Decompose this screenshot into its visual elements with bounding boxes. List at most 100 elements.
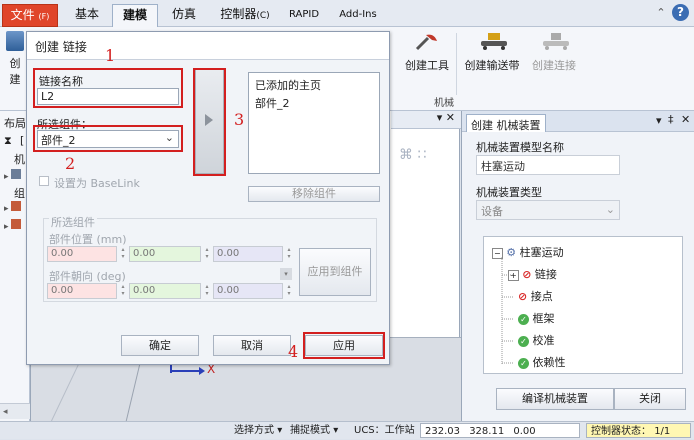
create-connection-label: 创建连接 <box>532 59 576 72</box>
tab-controller[interactable]: 控制器(C) <box>212 4 278 27</box>
tab-file[interactable]: 文件 (F) <box>2 4 58 27</box>
tab-modeling[interactable]: 建模 <box>112 4 158 28</box>
coordinate-readout: 232.03 328.11 0.00 <box>420 423 580 438</box>
ok-button[interactable]: 确定 <box>121 335 199 356</box>
added-parts-list[interactable]: 已添加的主页 部件_2 <box>248 72 380 174</box>
position-z-spinner[interactable]: ▴ ▾ <box>285 246 293 262</box>
tab-addins[interactable]: Add-Ins <box>334 4 382 27</box>
tree-root-label: 柱塞运动 <box>519 246 564 259</box>
layout-expander-part-1[interactable]: ▸ <box>4 201 26 215</box>
group-title: 所选组件 <box>49 214 97 230</box>
tab-basic-label: 基本 <box>74 7 99 21</box>
apply-to-part-button[interactable]: 应用到组件 <box>299 248 371 296</box>
orientation-x-spinner[interactable]: ▴ ▾ <box>119 283 127 299</box>
cancel-button[interactable]: 取消 <box>213 335 291 356</box>
select-mode-menu[interactable]: 选择方式 ▾ <box>234 423 282 439</box>
collapse-ribbon-icon[interactable]: ⌃ <box>654 6 668 20</box>
ribbon-group-label-machine: 机械 <box>434 98 454 109</box>
status-bar: 选择方式 ▾ 捕捉模式 ▾ UCS：工作站 232.03 328.11 0.00… <box>0 421 694 439</box>
tab-rapid[interactable]: RAPID <box>284 4 324 27</box>
tree-collapse-icon[interactable]: − <box>492 248 503 259</box>
help-icon[interactable]: ? <box>672 4 689 21</box>
panel-dropdown-icon[interactable]: ▾ <box>656 114 662 127</box>
part-orientation-label: 部件朝向 (deg) <box>49 270 126 283</box>
annotation-box-4 <box>303 332 385 359</box>
panel-close-icon[interactable]: ✕ <box>681 113 690 126</box>
mechanism-type-label: 机械装置类型 <box>476 186 542 199</box>
tab-simulation[interactable]: 仿真 <box>162 4 206 27</box>
tree-root[interactable]: − ⚙ 柱塞运动 <box>492 244 564 264</box>
close-panel-button[interactable]: 关闭 <box>614 388 686 410</box>
layout-expander-robot[interactable]: ▸ <box>4 169 26 183</box>
tab-rapid-label: RAPID <box>288 9 320 20</box>
orientation-y-field[interactable]: 0.00 <box>129 283 201 299</box>
position-x-field[interactable]: 0.00 <box>47 246 117 262</box>
create-partial-label-2: 建 <box>9 73 21 86</box>
create-mechanism-header: 创建 机械装置 ▾ ‡ ✕ <box>462 111 694 132</box>
orientation-x-field[interactable]: 0.00 <box>47 283 117 299</box>
viewport-pin-icon[interactable]: ▾ <box>437 111 443 124</box>
viewport-tab-controls: ▾ ✕ <box>391 111 461 129</box>
tool-icon <box>414 31 440 53</box>
layout-scroll-left-icon[interactable]: ◂ <box>0 403 30 419</box>
controller-status-value: 1/1 <box>654 426 671 437</box>
annotation-box-2 <box>33 125 183 152</box>
chevron-down-icon: ⌄ <box>605 203 615 216</box>
layout-expander-part-2[interactable]: ▸ <box>4 219 26 233</box>
orientation-y-spinner[interactable]: ▴ ▾ <box>203 283 211 299</box>
mechanism-icon: ⚙ <box>506 246 517 259</box>
position-y-spinner[interactable]: ▴ ▾ <box>203 246 211 262</box>
tree-item-frames-label: 框架 <box>532 312 555 325</box>
create-connection-button[interactable]: 创建连接 <box>527 31 581 73</box>
create-tool-button[interactable]: 创建工具 <box>400 31 454 73</box>
position-y-field[interactable]: 0.00 <box>129 246 201 262</box>
position-z-field[interactable]: 0.00 <box>213 246 283 262</box>
annotation-number-1: 1 <box>105 46 116 65</box>
position-x-spinner[interactable]: ▴ ▾ <box>119 246 127 262</box>
model-name-input[interactable]: 柱塞运动 <box>476 155 620 175</box>
create-partial-button[interactable]: 创 建 <box>4 31 26 87</box>
ucs-indicator[interactable]: UCS：工作站 <box>354 423 415 439</box>
tab-addins-label: Add-Ins <box>339 9 377 20</box>
viewport-toolbar-icons[interactable]: ⌘ ∷ <box>399 147 426 163</box>
tree-item-dependency[interactable]: ✓ 依赖性 <box>518 354 566 374</box>
create-conveyor-button[interactable]: 创建输送带 <box>461 31 523 73</box>
added-parts-header: 已添加的主页 <box>255 79 321 92</box>
remove-part-button[interactable]: 移除组件 <box>248 186 380 202</box>
layout-item-1[interactable]: 机 <box>14 151 25 167</box>
coord-z: 0.00 <box>513 426 536 437</box>
controller-status[interactable]: 控制器状态： 1/1 <box>586 423 691 438</box>
layout-item-0[interactable]: [ <box>20 134 24 147</box>
tab-controller-label: 控制器 <box>220 7 257 21</box>
coord-x: 232.03 <box>425 426 460 437</box>
set-baselink-checkbox[interactable] <box>39 176 49 186</box>
tab-file-suffix: (F) <box>38 12 50 21</box>
tree-item-frames[interactable]: ✓ 框架 <box>518 310 555 330</box>
connection-icon <box>541 31 569 53</box>
orientation-z-field[interactable]: 0.00 <box>213 283 283 299</box>
tree-item-calibration[interactable]: ✓ 校准 <box>518 332 555 352</box>
viewport-close-icon[interactable]: ✕ <box>446 111 455 124</box>
tab-create-mechanism[interactable]: 创建 机械装置 <box>466 114 546 132</box>
orientation-dropdown-icon[interactable]: ▾ <box>280 268 292 280</box>
tab-modeling-label: 建模 <box>122 8 147 22</box>
model-name-label: 机械装置模型名称 <box>476 141 564 154</box>
mechanism-type-select[interactable]: 设备 ⌄ <box>476 200 620 220</box>
panel-pin-icon[interactable]: ‡ <box>668 113 674 126</box>
tree-expand-icon[interactable]: + <box>508 270 519 281</box>
set-baselink-label: 设置为 BaseLink <box>54 177 140 190</box>
tab-basic[interactable]: 基本 <box>66 4 108 27</box>
layout-item-2[interactable]: 组 <box>14 185 25 201</box>
added-part-item[interactable]: 部件_2 <box>255 95 290 111</box>
tree-item-joints[interactable]: ⊘ 接点 <box>518 288 553 308</box>
layout-filter-icon[interactable]: ⧗ <box>4 134 12 148</box>
tree-item-joints-label: 接点 <box>530 290 553 303</box>
axis-gizmo <box>169 363 209 377</box>
compile-mechanism-button[interactable]: 编译机械装置 <box>496 388 614 410</box>
tab-simulation-label: 仿真 <box>171 7 196 21</box>
snap-mode-menu[interactable]: 捕捉模式 ▾ <box>290 423 338 439</box>
layout-panel-title: 布局 <box>4 117 26 130</box>
tree-item-links[interactable]: + ⊘ 链接 <box>508 266 557 286</box>
orientation-z-spinner[interactable]: ▴ ▾ <box>285 283 293 299</box>
create-tool-label: 创建工具 <box>405 59 449 72</box>
